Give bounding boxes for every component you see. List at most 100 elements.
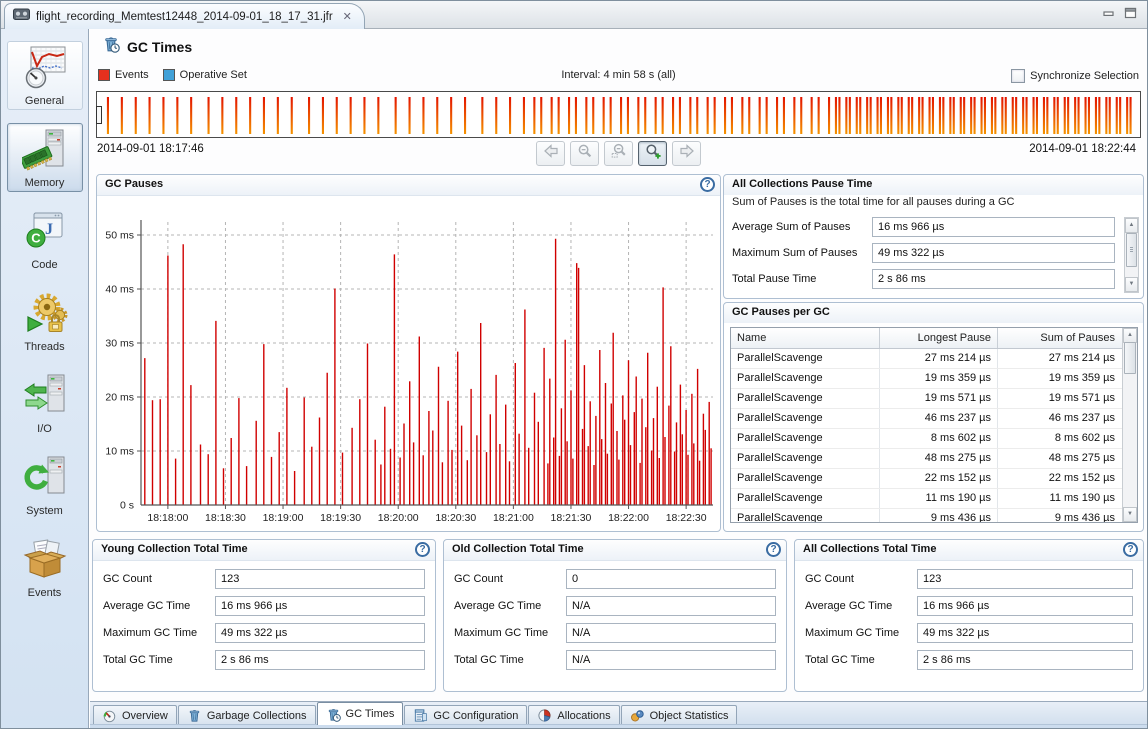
- synchronize-selection[interactable]: Synchronize Selection: [1011, 69, 1139, 83]
- sidebar-item-label: Threads: [8, 341, 82, 353]
- field-row: Average Sum of Pauses 16 ms 966 µs: [732, 217, 1115, 237]
- field-row: Total GC Time 2 s 86 ms: [805, 650, 1133, 670]
- table-row[interactable]: ParallelScavenge 27 ms 214 µs 27 ms 214 …: [731, 349, 1137, 369]
- timeline-end-time: 2014-09-01 18:22:44: [1029, 143, 1136, 155]
- table-row[interactable]: ParallelScavenge 19 ms 359 µs 19 ms 359 …: [731, 369, 1137, 389]
- field-value: N/A: [566, 623, 776, 643]
- field-value: 16 ms 966 µs: [872, 217, 1115, 237]
- help-icon[interactable]: ?: [700, 177, 715, 192]
- field-value: 16 ms 966 µs: [917, 596, 1133, 616]
- scroll-down-icon[interactable]: ▼: [1123, 507, 1137, 522]
- all-collections-total-time-panel: All Collections Total Time ? GC Count 12…: [794, 539, 1144, 692]
- system-icon: [22, 486, 68, 503]
- scroll-thumb[interactable]: [1126, 233, 1137, 267]
- svg-text:18:22:30: 18:22:30: [666, 512, 707, 524]
- table-row[interactable]: ParallelScavenge 48 ms 275 µs 48 ms 275 …: [731, 449, 1137, 469]
- timeline-strip[interactable]: [96, 91, 1141, 138]
- zoom-toolbar: [90, 141, 1147, 166]
- svg-text:18:19:00: 18:19:00: [263, 512, 304, 524]
- tab-label: Overview: [122, 710, 168, 722]
- sidebar-item-general[interactable]: General: [7, 41, 83, 110]
- maximize-icon[interactable]: [1124, 6, 1137, 24]
- field-label: Average GC Time: [103, 600, 215, 612]
- sidebar-item-threads[interactable]: Threads: [7, 287, 83, 356]
- column-header-longest-pause[interactable]: Longest Pause: [879, 328, 997, 348]
- table-row[interactable]: ParallelScavenge 8 ms 602 µs 8 ms 602 µs: [731, 429, 1137, 449]
- panel-description: Sum of Pauses is the total time for all …: [732, 196, 1014, 208]
- tab-object-statistics[interactable]: Object Statistics: [621, 705, 738, 725]
- sidebar-item-events[interactable]: Events: [7, 533, 83, 602]
- table-row[interactable]: ParallelScavenge 11 ms 190 µs 11 ms 190 …: [731, 489, 1137, 509]
- field-value: 49 ms 322 µs: [215, 623, 425, 643]
- sidebar-item-memory[interactable]: Memory: [7, 123, 83, 192]
- field-row: Total Pause Time 2 s 86 ms: [732, 269, 1115, 289]
- code-icon: J C: [22, 240, 68, 257]
- scroll-thumb[interactable]: [1124, 342, 1136, 374]
- table-row[interactable]: ParallelScavenge 22 ms 152 µs 22 ms 152 …: [731, 469, 1137, 489]
- sidebar-item-label: System: [8, 505, 82, 517]
- selection-handle[interactable]: [96, 106, 102, 124]
- svg-text:18:20:30: 18:20:30: [435, 512, 476, 524]
- memory-icon: [22, 158, 68, 175]
- young-collection-total-time-panel: Young Collection Total Time ? GC Count 1…: [92, 539, 436, 692]
- column-header-name[interactable]: Name: [731, 328, 879, 348]
- tab-gc-times[interactable]: GC Times: [317, 702, 404, 725]
- field-row: Maximum GC Time N/A: [454, 623, 776, 643]
- help-icon[interactable]: ?: [766, 542, 781, 557]
- all-collections-pause-time-panel: All Collections Pause Time Sum of Pauses…: [723, 174, 1144, 299]
- scroll-down-icon[interactable]: ▼: [1125, 277, 1138, 292]
- scroll-up-icon[interactable]: ▲: [1123, 328, 1137, 343]
- panel-title: Young Collection Total Time: [101, 543, 248, 555]
- svg-text:18:21:00: 18:21:00: [493, 512, 534, 524]
- sidebar-item-system[interactable]: System: [7, 451, 83, 520]
- field-row: Average GC Time N/A: [454, 596, 776, 616]
- table-row[interactable]: ParallelScavenge 9 ms 436 µs 9 ms 436 µs: [731, 509, 1137, 523]
- status-strip: [90, 724, 1147, 728]
- field-value: 0: [566, 569, 776, 589]
- svg-text:J: J: [45, 221, 53, 238]
- svg-text:18:21:30: 18:21:30: [551, 512, 592, 524]
- field-value: 49 ms 322 µs: [872, 243, 1115, 263]
- help-icon[interactable]: ?: [1123, 542, 1138, 557]
- back-button: [536, 141, 565, 166]
- field-value: 16 ms 966 µs: [215, 596, 425, 616]
- column-header-sum-of-pauses[interactable]: Sum of Pauses: [997, 328, 1137, 348]
- scrollbar[interactable]: ▲ ▼: [1122, 328, 1137, 522]
- tab-allocations[interactable]: Allocations: [528, 705, 619, 725]
- table-row[interactable]: ParallelScavenge 46 ms 237 µs 46 ms 237 …: [731, 409, 1137, 429]
- svg-text:30 ms: 30 ms: [105, 338, 134, 350]
- field-label: GC Count: [103, 573, 215, 585]
- sidebar-item-code[interactable]: J C Code: [7, 205, 83, 274]
- field-row: Total GC Time N/A: [454, 650, 776, 670]
- table-header[interactable]: NameLongest PauseSum of Pauses: [731, 328, 1137, 349]
- table-row[interactable]: ParallelScavenge 19 ms 571 µs 19 ms 571 …: [731, 389, 1137, 409]
- svg-text:18:19:30: 18:19:30: [320, 512, 361, 524]
- bottom-tab-strip: Overview Garbage Collections GC Times GC…: [90, 701, 1147, 725]
- gc-pauses-chart[interactable]: 10 ms20 ms30 ms40 ms50 ms0 s18:18:0018:1…: [97, 196, 720, 532]
- svg-text:40 ms: 40 ms: [105, 284, 134, 296]
- tab-overview[interactable]: Overview: [93, 705, 177, 725]
- overview-icon: [102, 708, 117, 723]
- synchronize-checkbox[interactable]: [1011, 69, 1025, 83]
- field-label: Maximum GC Time: [454, 627, 566, 639]
- field-row: Total GC Time 2 s 86 ms: [103, 650, 425, 670]
- editor-tab[interactable]: flight_recording_Memtest12448_2014-09-01…: [4, 3, 365, 29]
- help-icon[interactable]: ?: [415, 542, 430, 557]
- close-icon[interactable]: ✕: [343, 10, 352, 23]
- field-label: Total GC Time: [805, 654, 917, 666]
- scrollbar[interactable]: ▲ ▼: [1124, 217, 1139, 293]
- minimize-icon[interactable]: [1103, 6, 1115, 24]
- tab-garbage-collections[interactable]: Garbage Collections: [178, 705, 316, 725]
- scroll-up-icon[interactable]: ▲: [1125, 218, 1138, 233]
- sidebar-item-io[interactable]: I/O: [7, 369, 83, 438]
- field-row: GC Count 0: [454, 569, 776, 589]
- zoom-in-button[interactable]: [638, 141, 667, 166]
- trash-clock-icon: [326, 707, 341, 722]
- interval-label: Interval: 4 min 58 s (all): [90, 69, 1147, 81]
- tab-gc-configuration[interactable]: GC Configuration: [404, 705, 527, 725]
- field-label: Maximum GC Time: [103, 627, 215, 639]
- jmc-window: flight_recording_Memtest12448_2014-09-01…: [0, 0, 1148, 729]
- tab-label: Garbage Collections: [207, 710, 307, 722]
- field-label: Average GC Time: [454, 600, 566, 612]
- svg-text:18:18:30: 18:18:30: [205, 512, 246, 524]
